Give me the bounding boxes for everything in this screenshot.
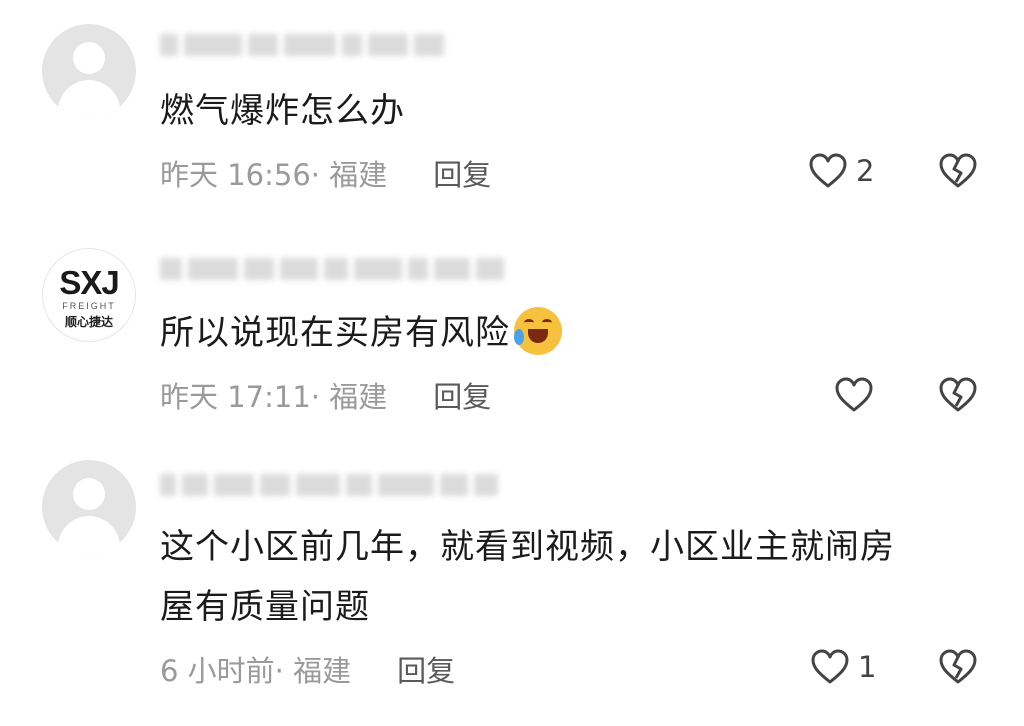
comment-location: · 福建: [310, 158, 388, 192]
avatar[interactable]: [42, 460, 136, 554]
comment-meta: 6 小时前 · 福建 回复: [160, 648, 455, 690]
heart-outline-icon: [811, 649, 849, 684]
comment-location: · 福建: [274, 654, 352, 688]
avatar-head-shape: [73, 42, 105, 74]
broken-heart-icon: [939, 649, 977, 684]
broken-heart-icon: [939, 153, 977, 188]
avatar[interactable]: SXJ FREIGHT 顺心捷达: [42, 248, 136, 342]
comment-meta: 昨天 17:11 · 福建 回复: [160, 374, 491, 416]
avatar-head-shape: [73, 478, 105, 510]
like-button[interactable]: 1: [810, 648, 876, 686]
dislike-button[interactable]: [938, 648, 978, 686]
laughing-crying-emoji-icon: [514, 306, 562, 355]
comment-text-line-1: 这个小区前几年，就看到视频，小区业主就闹房: [160, 527, 895, 567]
comment-time: 昨天 16:56: [160, 158, 311, 192]
like-button[interactable]: [834, 376, 882, 414]
comment-text: 所以说现在买房有风险: [160, 300, 562, 366]
broken-heart-icon: [939, 377, 977, 412]
avatar-body-shape: [58, 516, 120, 554]
brand-logo-sub: FREIGHT: [62, 301, 116, 311]
comment-time: 昨天 17:11: [160, 380, 311, 414]
dislike-button[interactable]: [938, 152, 978, 190]
reply-button[interactable]: 回复: [397, 648, 455, 690]
avatar[interactable]: [42, 24, 136, 118]
brand-logo-mark: SXJ: [59, 264, 119, 301]
comment-meta: 昨天 16:56 · 福建 回复: [160, 152, 491, 194]
comment-text-content: 所以说现在买房有风险: [160, 313, 510, 353]
username-blurred[interactable]: [160, 474, 498, 502]
heart-outline-icon: [809, 153, 847, 188]
like-count: 1: [858, 650, 877, 684]
like-button[interactable]: 2: [808, 152, 874, 190]
comment-location: · 福建: [310, 380, 388, 414]
brand-logo-name: 顺心捷达: [64, 315, 113, 329]
username-blurred[interactable]: [160, 34, 444, 62]
comment-time: 6 小时前: [160, 654, 275, 688]
heart-outline-icon: [835, 377, 873, 412]
dislike-button[interactable]: [938, 376, 978, 414]
reply-button[interactable]: 回复: [433, 152, 491, 194]
like-count: 2: [856, 154, 875, 188]
comment-text: 燃气爆炸怎么办: [160, 91, 405, 131]
reply-button[interactable]: 回复: [433, 374, 491, 416]
username-blurred[interactable]: [160, 258, 504, 286]
comment-text-line-2: 屋有质量问题: [160, 587, 370, 627]
avatar-body-shape: [58, 80, 120, 118]
